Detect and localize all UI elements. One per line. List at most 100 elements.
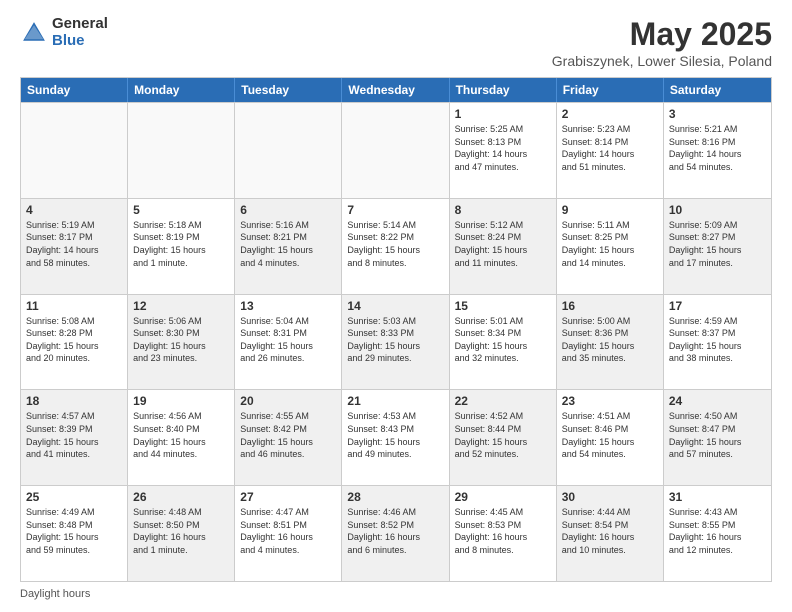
main-title: May 2025 xyxy=(552,16,772,53)
header-saturday: Saturday xyxy=(664,78,771,102)
day-number: 13 xyxy=(240,299,336,313)
cell-content: Sunrise: 4:53 AM Sunset: 8:43 PM Dayligh… xyxy=(347,410,443,460)
cell-content: Sunrise: 5:09 AM Sunset: 8:27 PM Dayligh… xyxy=(669,219,766,269)
cell-content: Sunrise: 4:56 AM Sunset: 8:40 PM Dayligh… xyxy=(133,410,229,460)
header-monday: Monday xyxy=(128,78,235,102)
cell-content: Sunrise: 4:57 AM Sunset: 8:39 PM Dayligh… xyxy=(26,410,122,460)
cell-content: Sunrise: 4:43 AM Sunset: 8:55 PM Dayligh… xyxy=(669,506,766,556)
cell-content: Sunrise: 4:55 AM Sunset: 8:42 PM Dayligh… xyxy=(240,410,336,460)
footer-text: Daylight hours xyxy=(20,588,90,600)
day-number: 4 xyxy=(26,203,122,217)
calendar-row-3: 11 Sunrise: 5:08 AM Sunset: 8:28 PM Dayli… xyxy=(21,294,771,390)
table-row: 27Sunrise: 4:47 AM Sunset: 8:51 PM Dayli… xyxy=(235,486,342,581)
table-row: 12Sunrise: 5:06 AM Sunset: 8:30 PM Dayli… xyxy=(128,295,235,390)
day-number: 30 xyxy=(562,490,658,504)
day-number: 5 xyxy=(133,203,229,217)
cell-content: Sunrise: 4:46 AM Sunset: 8:52 PM Dayligh… xyxy=(347,506,443,556)
table-row: 7 Sunrise: 5:14 AM Sunset: 8:22 PM Daylig… xyxy=(342,199,449,294)
table-row: 20 Sunrise: 4:55 AM Sunset: 8:42 PM Dayli… xyxy=(235,390,342,485)
day-number: 12 xyxy=(133,299,229,313)
day-number: 15 xyxy=(455,299,551,313)
day-number: 11 xyxy=(26,299,122,313)
table-row: 9Sunrise: 5:11 AM Sunset: 8:25 PM Daylig… xyxy=(557,199,664,294)
logo: General Blue xyxy=(20,16,108,49)
cell-content: Sunrise: 4:50 AM Sunset: 8:47 PM Dayligh… xyxy=(669,410,766,460)
table-row: 23 Sunrise: 4:51 AM Sunset: 8:46 PM Dayli… xyxy=(557,390,664,485)
day-number: 23 xyxy=(562,394,658,408)
header-wednesday: Wednesday xyxy=(342,78,449,102)
day-number: 2 xyxy=(562,107,658,121)
day-number: 20 xyxy=(240,394,336,408)
day-number: 16 xyxy=(562,299,658,313)
table-row: 29Sunrise: 4:45 AM Sunset: 8:53 PM Dayli… xyxy=(450,486,557,581)
calendar: Sunday Monday Tuesday Wednesday Thursday… xyxy=(20,77,772,582)
day-number: 19 xyxy=(133,394,229,408)
table-row: 6Sunrise: 5:16 AM Sunset: 8:21 PM Daylig… xyxy=(235,199,342,294)
cell-content: Sunrise: 4:48 AM Sunset: 8:50 PM Dayligh… xyxy=(133,506,229,556)
table-row xyxy=(128,103,235,198)
day-number: 14 xyxy=(347,299,443,313)
calendar-body: 1 Sunrise: 5:25 AM Sunset: 8:13 PM Daylig… xyxy=(21,102,771,581)
header-tuesday: Tuesday xyxy=(235,78,342,102)
cell-content: Sunrise: 5:21 AM Sunset: 8:16 PM Dayligh… xyxy=(669,123,766,173)
table-row: 3 Sunrise: 5:21 AM Sunset: 8:16 PM Daylig… xyxy=(664,103,771,198)
table-row: 28 Sunrise: 4:46 AM Sunset: 8:52 PM Dayli… xyxy=(342,486,449,581)
day-number: 9 xyxy=(562,203,658,217)
table-row: 24 Sunrise: 4:50 AM Sunset: 8:47 PM Dayli… xyxy=(664,390,771,485)
table-row: 4 Sunrise: 5:19 AM Sunset: 8:17 PM Daylig… xyxy=(21,199,128,294)
title-block: May 2025 Grabiszynek, Lower Silesia, Pol… xyxy=(552,16,772,69)
cell-content: Sunrise: 4:51 AM Sunset: 8:46 PM Dayligh… xyxy=(562,410,658,460)
table-row: 15 Sunrise: 5:01 AM Sunset: 8:34 PM Dayli… xyxy=(450,295,557,390)
cell-content: Sunrise: 4:44 AM Sunset: 8:54 PM Dayligh… xyxy=(562,506,658,556)
table-row: 1 Sunrise: 5:25 AM Sunset: 8:13 PM Daylig… xyxy=(450,103,557,198)
cell-content: Sunrise: 5:01 AM Sunset: 8:34 PM Dayligh… xyxy=(455,315,551,365)
cell-content: Sunrise: 5:08 AM Sunset: 8:28 PM Dayligh… xyxy=(26,315,122,365)
day-number: 7 xyxy=(347,203,443,217)
table-row xyxy=(235,103,342,198)
calendar-header: Sunday Monday Tuesday Wednesday Thursday… xyxy=(21,78,771,102)
table-row: 11 Sunrise: 5:08 AM Sunset: 8:28 PM Dayli… xyxy=(21,295,128,390)
cell-content: Sunrise: 4:59 AM Sunset: 8:37 PM Dayligh… xyxy=(669,315,766,365)
day-number: 25 xyxy=(26,490,122,504)
day-number: 18 xyxy=(26,394,122,408)
cell-content: Sunrise: 5:12 AM Sunset: 8:24 PM Dayligh… xyxy=(455,219,551,269)
table-row: 2Sunrise: 5:23 AM Sunset: 8:14 PM Daylig… xyxy=(557,103,664,198)
table-row: 25 Sunrise: 4:49 AM Sunset: 8:48 PM Dayli… xyxy=(21,486,128,581)
table-row: 8 Sunrise: 5:12 AM Sunset: 8:24 PM Daylig… xyxy=(450,199,557,294)
day-number: 26 xyxy=(133,490,229,504)
day-number: 8 xyxy=(455,203,551,217)
cell-content: Sunrise: 5:14 AM Sunset: 8:22 PM Dayligh… xyxy=(347,219,443,269)
table-row xyxy=(342,103,449,198)
calendar-row-2: 4 Sunrise: 5:19 AM Sunset: 8:17 PM Daylig… xyxy=(21,198,771,294)
table-row: 19 Sunrise: 4:56 AM Sunset: 8:40 PM Dayli… xyxy=(128,390,235,485)
cell-content: Sunrise: 4:49 AM Sunset: 8:48 PM Dayligh… xyxy=(26,506,122,556)
day-number: 3 xyxy=(669,107,766,121)
table-row: 5Sunrise: 5:18 AM Sunset: 8:19 PM Daylig… xyxy=(128,199,235,294)
table-row: 10Sunrise: 5:09 AM Sunset: 8:27 PM Dayli… xyxy=(664,199,771,294)
calendar-row-1: 1 Sunrise: 5:25 AM Sunset: 8:13 PM Daylig… xyxy=(21,102,771,198)
table-row: 31Sunrise: 4:43 AM Sunset: 8:55 PM Dayli… xyxy=(664,486,771,581)
cell-content: Sunrise: 5:04 AM Sunset: 8:31 PM Dayligh… xyxy=(240,315,336,365)
day-number: 1 xyxy=(455,107,551,121)
cell-content: Sunrise: 5:19 AM Sunset: 8:17 PM Dayligh… xyxy=(26,219,122,269)
calendar-row-5: 25 Sunrise: 4:49 AM Sunset: 8:48 PM Dayli… xyxy=(21,485,771,581)
footer: Daylight hours xyxy=(20,588,772,600)
table-row: 14 Sunrise: 5:03 AM Sunset: 8:33 PM Dayli… xyxy=(342,295,449,390)
table-row: 17Sunrise: 4:59 AM Sunset: 8:37 PM Dayli… xyxy=(664,295,771,390)
cell-content: Sunrise: 4:45 AM Sunset: 8:53 PM Dayligh… xyxy=(455,506,551,556)
table-row: 18 Sunrise: 4:57 AM Sunset: 8:39 PM Dayli… xyxy=(21,390,128,485)
header: General Blue May 2025 Grabiszynek, Lower… xyxy=(20,16,772,69)
page: General Blue May 2025 Grabiszynek, Lower… xyxy=(0,0,792,612)
cell-content: Sunrise: 5:25 AM Sunset: 8:13 PM Dayligh… xyxy=(455,123,551,173)
logo-general-text: General xyxy=(52,16,108,33)
day-number: 28 xyxy=(347,490,443,504)
subtitle: Grabiszynek, Lower Silesia, Poland xyxy=(552,53,772,69)
cell-content: Sunrise: 5:03 AM Sunset: 8:33 PM Dayligh… xyxy=(347,315,443,365)
header-thursday: Thursday xyxy=(450,78,557,102)
day-number: 21 xyxy=(347,394,443,408)
table-row: 16Sunrise: 5:00 AM Sunset: 8:36 PM Dayli… xyxy=(557,295,664,390)
calendar-row-4: 18 Sunrise: 4:57 AM Sunset: 8:39 PM Dayli… xyxy=(21,389,771,485)
table-row: 13 Sunrise: 5:04 AM Sunset: 8:31 PM Dayli… xyxy=(235,295,342,390)
header-friday: Friday xyxy=(557,78,664,102)
day-number: 24 xyxy=(669,394,766,408)
